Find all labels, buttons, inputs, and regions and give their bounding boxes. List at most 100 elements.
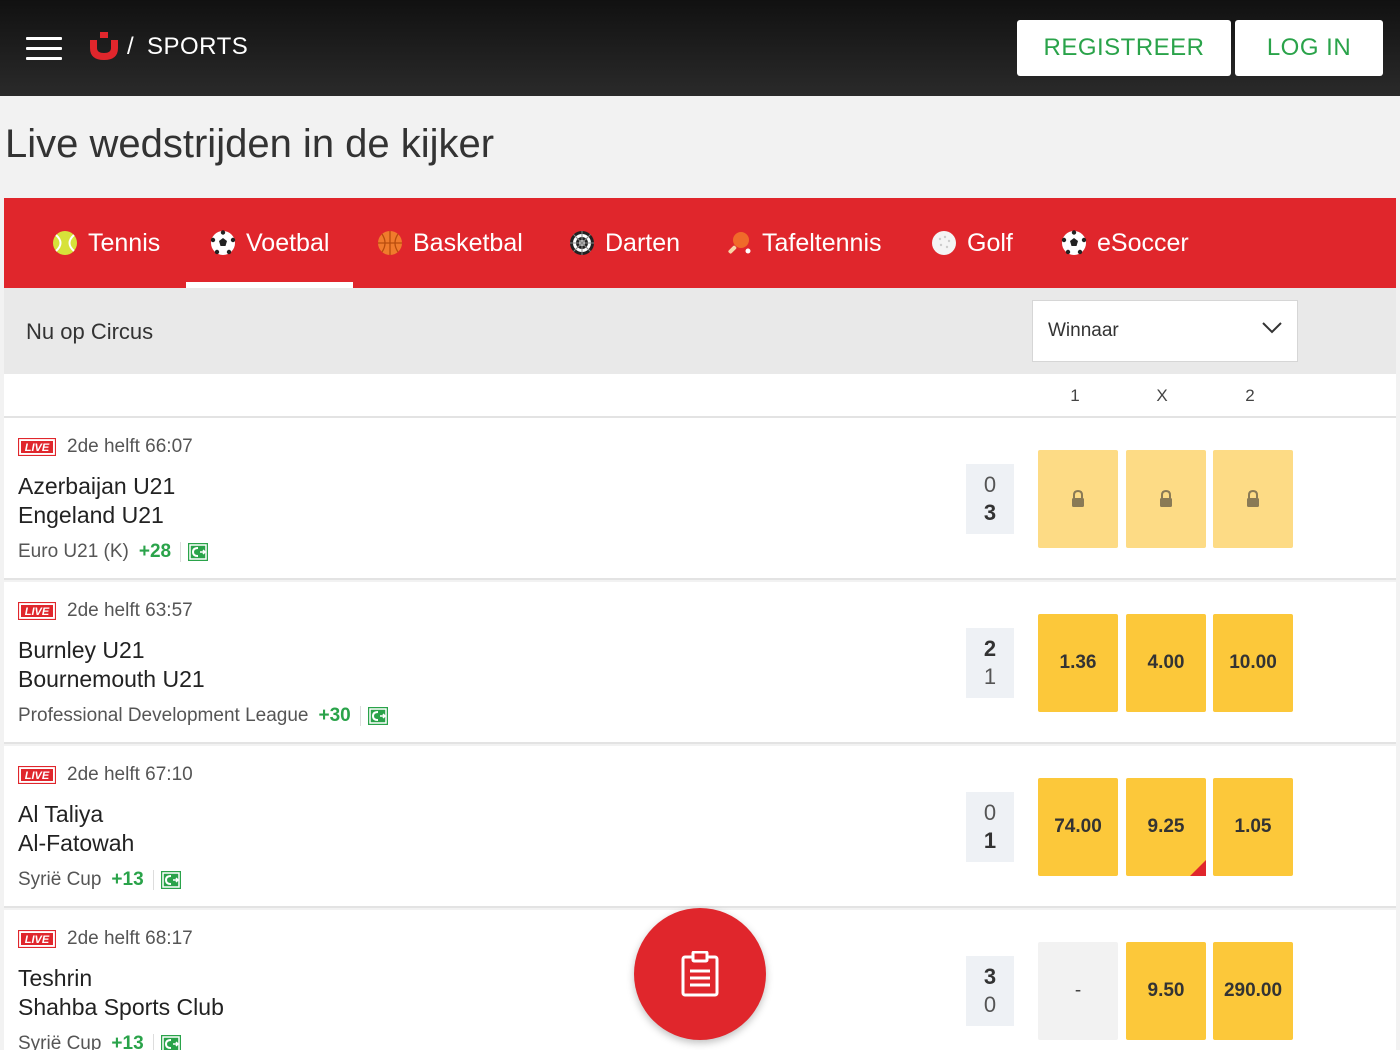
chevron-down-icon xyxy=(1262,322,1282,334)
away-team[interactable]: Engeland U21 xyxy=(18,502,164,529)
score-box: 0 1 xyxy=(966,792,1014,862)
score-away: 3 xyxy=(983,500,997,525)
home-team[interactable]: Al Taliya xyxy=(18,801,103,828)
lock-icon xyxy=(1247,489,1259,507)
live-label: LIVE xyxy=(25,606,50,618)
odds-button[interactable]: 290.00 xyxy=(1213,942,1293,1040)
match-row[interactable]: LIVE 2de helft 67:10 Al Taliya Al-Fatowa… xyxy=(4,746,1396,908)
odds-button[interactable]: 1.36 xyxy=(1038,614,1118,712)
tab-darten[interactable]: Darten xyxy=(569,198,680,288)
tab-voetbal[interactable]: Voetbal xyxy=(185,198,354,288)
circus-logo[interactable] xyxy=(87,32,121,62)
market-selected-value: Winnaar xyxy=(1048,320,1119,341)
column-label-x: X xyxy=(1156,386,1168,405)
basketball-icon xyxy=(378,231,402,255)
cashout-icon xyxy=(367,707,388,725)
top-bar: / SPORTS REGISTREER LOG IN xyxy=(0,0,1400,96)
live-label: LIVE xyxy=(25,442,50,454)
divider xyxy=(359,706,361,726)
tab-label: Golf xyxy=(967,228,1013,257)
live-badge: LIVE xyxy=(18,438,56,456)
match-row[interactable]: LIVE 2de helft 63:57 Burnley U21 Bournem… xyxy=(4,582,1396,744)
tab-label: Basketbal xyxy=(413,228,523,257)
login-button[interactable]: LOG IN xyxy=(1235,20,1383,76)
odds-column-header: 1 X 2 xyxy=(4,374,1396,418)
golf-ball-icon xyxy=(932,231,956,255)
tab-tafeltennis[interactable]: Tafeltennis xyxy=(726,198,882,288)
match-status: 2de helft 68:17 xyxy=(67,928,193,949)
league-info: Professional Development League +30 xyxy=(18,705,388,727)
tab-golf[interactable]: Golf xyxy=(931,198,1013,288)
table-tennis-icon xyxy=(728,232,751,254)
score-box: 0 3 xyxy=(966,464,1014,534)
more-markets-count[interactable]: +13 xyxy=(111,869,143,891)
clipboard-icon xyxy=(681,951,719,997)
odds-button-locked xyxy=(1126,450,1206,548)
brand-separator: / xyxy=(127,33,134,60)
score-away: 0 xyxy=(983,992,997,1017)
score-away: 1 xyxy=(983,664,997,689)
score-home: 2 xyxy=(983,636,997,661)
divider xyxy=(152,870,154,890)
column-label-2: 2 xyxy=(1245,386,1255,405)
score-home: 3 xyxy=(983,964,997,989)
odds-button[interactable]: 4.00 xyxy=(1126,614,1206,712)
odds-button[interactable]: 9.50 xyxy=(1126,942,1206,1040)
league-name: Syrië Cup xyxy=(18,869,102,890)
league-name: Syrië Cup xyxy=(18,1033,102,1050)
odds-button-locked xyxy=(1038,450,1118,548)
tab-esoccer[interactable]: eSoccer xyxy=(1061,198,1189,288)
away-team[interactable]: Shahba Sports Club xyxy=(18,994,224,1021)
odds-button[interactable]: 10.00 xyxy=(1213,614,1293,712)
more-markets-count[interactable]: +28 xyxy=(139,541,171,563)
score-box: 2 1 xyxy=(966,628,1014,698)
odds-button-unavailable: - xyxy=(1038,942,1118,1040)
odds-change-indicator xyxy=(1190,860,1206,876)
score-home: 0 xyxy=(983,472,997,497)
match-status: 2de helft 67:10 xyxy=(67,764,193,785)
tab-label: eSoccer xyxy=(1097,228,1189,257)
league-info: Euro U21 (K) +28 xyxy=(18,541,209,563)
odds-value: 74.00 xyxy=(1054,816,1102,837)
more-markets-count[interactable]: +13 xyxy=(111,1033,143,1050)
live-badge: LIVE xyxy=(18,602,56,620)
soccer-ball-icon xyxy=(210,230,236,255)
away-team[interactable]: Al-Fatowah xyxy=(18,830,134,857)
odds-button-locked xyxy=(1213,450,1293,548)
cashout-icon xyxy=(160,1035,181,1050)
tab-tennis[interactable]: Tennis xyxy=(52,198,160,288)
tab-label: Tafeltennis xyxy=(762,228,882,257)
league-name: Professional Development League xyxy=(18,705,309,726)
odds-value: 4.00 xyxy=(1147,652,1185,673)
score-home: 0 xyxy=(983,800,997,825)
live-badge: LIVE xyxy=(18,930,56,948)
betslip-button[interactable] xyxy=(634,908,766,1040)
odds-button[interactable]: 74.00 xyxy=(1038,778,1118,876)
tennis-ball-icon xyxy=(53,231,77,255)
league-info: Syrië Cup +13 xyxy=(18,869,181,891)
home-team[interactable]: Teshrin xyxy=(18,965,92,992)
soccer-ball-icon xyxy=(1061,230,1087,255)
score-away: 1 xyxy=(983,828,997,853)
match-row[interactable]: LIVE 2de helft 66:07 Azerbaijan U21 Enge… xyxy=(4,418,1396,580)
market-dropdown[interactable]: Winnaar xyxy=(1032,300,1298,362)
register-button[interactable]: REGISTREER xyxy=(1017,20,1231,76)
home-team[interactable]: Burnley U21 xyxy=(18,637,145,664)
home-team[interactable]: Azerbaijan U21 xyxy=(18,473,175,500)
odds-value: 10.00 xyxy=(1229,652,1277,673)
more-markets-count[interactable]: +30 xyxy=(318,705,350,727)
odds-button[interactable]: 1.05 xyxy=(1213,778,1293,876)
live-label: LIVE xyxy=(25,934,50,946)
match-status: 2de helft 66:07 xyxy=(67,436,193,457)
odds-button[interactable]: 9.25 xyxy=(1126,778,1206,876)
column-label-1: 1 xyxy=(1070,386,1080,405)
away-team[interactable]: Bournemouth U21 xyxy=(18,666,205,693)
cashout-icon xyxy=(160,871,181,889)
tab-basketbal[interactable]: Basketbal xyxy=(377,198,523,288)
hamburger-menu-icon[interactable] xyxy=(26,37,62,61)
live-badge: LIVE xyxy=(18,766,56,784)
live-label: LIVE xyxy=(25,770,50,782)
odds-value: 1.36 xyxy=(1059,652,1097,673)
match-status: 2de helft 63:57 xyxy=(67,600,193,621)
tab-label: Voetbal xyxy=(246,228,330,257)
